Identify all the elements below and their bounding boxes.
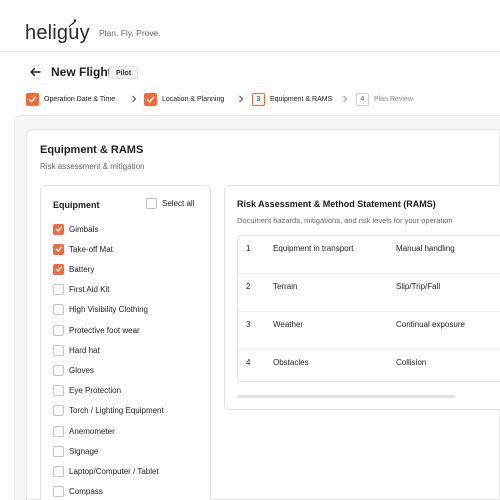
equipment-item[interactable]: Compass (53, 486, 203, 498)
top-bar: heliguy Plan. Fly. Prove. (0, 0, 500, 52)
brand-mark-icon (68, 19, 77, 28)
equipment-item-label: High Visibility Clothing (69, 305, 148, 315)
step-label: Operation Date & Time (44, 96, 116, 103)
equipment-item[interactable]: Take-off Mat (53, 243, 203, 255)
equipment-item-label: Anemometer (69, 426, 115, 436)
step-equipment-rams[interactable]: 3 Equipment & RAMS (252, 92, 332, 107)
step-label: Plan Review (374, 96, 413, 103)
checkbox[interactable] (53, 364, 64, 376)
step-location-planning[interactable]: Location & Planning (144, 92, 224, 107)
equipment-item[interactable]: High Visibility Clothing (53, 304, 203, 316)
equipment-item[interactable]: Gloves (53, 364, 203, 376)
checkbox-checked-icon[interactable] (53, 263, 64, 275)
rams-hazard-cell: Terrain (273, 282, 298, 291)
equipment-item[interactable]: Gimbals (53, 223, 203, 235)
step-label: Equipment & RAMS (270, 96, 333, 103)
equipment-item[interactable]: Battery (53, 263, 203, 275)
equipment-item-label: Hard hat (69, 345, 100, 355)
page-title: New Flight (51, 65, 112, 79)
equipment-item-label: Battery (69, 264, 95, 274)
equipment-item[interactable]: Hard hat (53, 344, 203, 356)
equipment-item-label: Torch / Lighting Equipment (69, 406, 164, 416)
equipment-item-label: Gloves (69, 365, 94, 375)
rams-risk-cell: Collision (396, 358, 427, 367)
equipment-item-label: Take-off Mat (69, 244, 113, 254)
horizontal-scrollbar[interactable] (237, 395, 455, 398)
equipment-item[interactable]: Signage (53, 445, 203, 457)
equipment-item-label: Eye Protection (69, 386, 122, 396)
equipment-item[interactable]: Anemometer (53, 425, 203, 437)
equipment-item-label: Laptop/Computer / Tablet (69, 466, 159, 476)
checkbox[interactable] (53, 344, 64, 356)
rams-hazard-cell: Equipment in transport (273, 244, 354, 253)
checkbox-checked-icon[interactable] (53, 243, 64, 255)
equipment-item-label: Signage (69, 446, 99, 456)
check-icon (144, 93, 157, 106)
rams-row[interactable]: 2 Terrain Slip/Trip/Fall (238, 274, 500, 312)
step-operation-date-time[interactable]: Operation Date & Time (26, 92, 115, 107)
checkbox[interactable] (53, 324, 64, 336)
checkbox[interactable] (53, 425, 64, 437)
checkbox[interactable] (53, 284, 64, 296)
checkbox[interactable] (53, 445, 64, 457)
select-all-checkbox[interactable] (146, 198, 157, 209)
equipment-item-label: First Aid Kit (69, 285, 110, 295)
section-subtitle: Risk assessment & mitigation (40, 162, 145, 171)
checkbox[interactable] (53, 486, 64, 498)
checkbox[interactable] (53, 465, 64, 477)
checkbox[interactable] (53, 304, 64, 316)
equipment-item[interactable]: Protective foot wear (53, 324, 203, 336)
rams-risk-cell: Continual exposure (396, 320, 465, 329)
rams-title: Risk Assessment & Method Statement (RAMS… (237, 199, 436, 209)
step-plan-review[interactable]: 4 Plan Review (356, 92, 413, 107)
chevron-right-icon (343, 95, 348, 103)
step-number: 3 (252, 93, 265, 106)
back-arrow-icon[interactable] (28, 65, 42, 79)
role-badge: Pilot (109, 66, 139, 79)
rams-row[interactable]: 1 Equipment in transport Manual handling (238, 236, 500, 274)
section-title: Equipment & RAMS (40, 144, 144, 156)
step-number: 4 (356, 93, 369, 106)
equipment-item[interactable]: First Aid Kit (53, 284, 203, 296)
equipment-item-label: Gimbals (69, 224, 99, 234)
equipment-item-label: Protective foot wear (69, 325, 140, 335)
equipment-item-label: Compass (69, 487, 103, 497)
step-label: Location & Planning (162, 96, 225, 103)
select-all-label[interactable]: Select all (162, 199, 194, 208)
equipment-item[interactable]: Torch / Lighting Equipment (53, 405, 203, 417)
brand-logo[interactable]: heliguy (25, 22, 90, 45)
chevron-right-icon (132, 95, 137, 103)
rams-num-cell: 4 (246, 358, 251, 367)
rams-hazard-cell: Weather (273, 320, 304, 329)
checkbox[interactable] (53, 385, 64, 397)
rams-table: 1 Equipment in transport Manual handling 2 T… (237, 235, 500, 382)
rams-num-cell: 2 (246, 282, 251, 291)
equipment-item[interactable]: Eye Protection (53, 385, 203, 397)
rams-num-cell: 3 (246, 320, 251, 329)
check-icon (26, 93, 39, 106)
chevron-right-icon (239, 95, 244, 103)
step-progress: Operation Date & Time Location & Plannin… (26, 92, 500, 108)
checkbox-checked-icon[interactable] (53, 223, 64, 235)
rams-hazard-cell: Obstacles (273, 358, 309, 367)
rams-risk-cell: Manual handling (396, 244, 455, 253)
checkbox[interactable] (53, 405, 64, 417)
rams-row[interactable]: 3 Weather Continual exposure (238, 312, 500, 350)
equipment-item[interactable]: Laptop/Computer / Tablet (53, 465, 203, 477)
rams-num-cell: 1 (246, 244, 251, 253)
brand-tagline: Plan. Fly. Prove. (99, 28, 161, 38)
rams-row[interactable]: 4 Obstacles Collision (238, 350, 500, 388)
equipment-title: Equipment (53, 200, 100, 210)
rams-risk-cell: Slip/Trip/Fall (396, 282, 441, 291)
rams-subtitle: Document hazards, mitigations, and risk … (237, 216, 453, 225)
